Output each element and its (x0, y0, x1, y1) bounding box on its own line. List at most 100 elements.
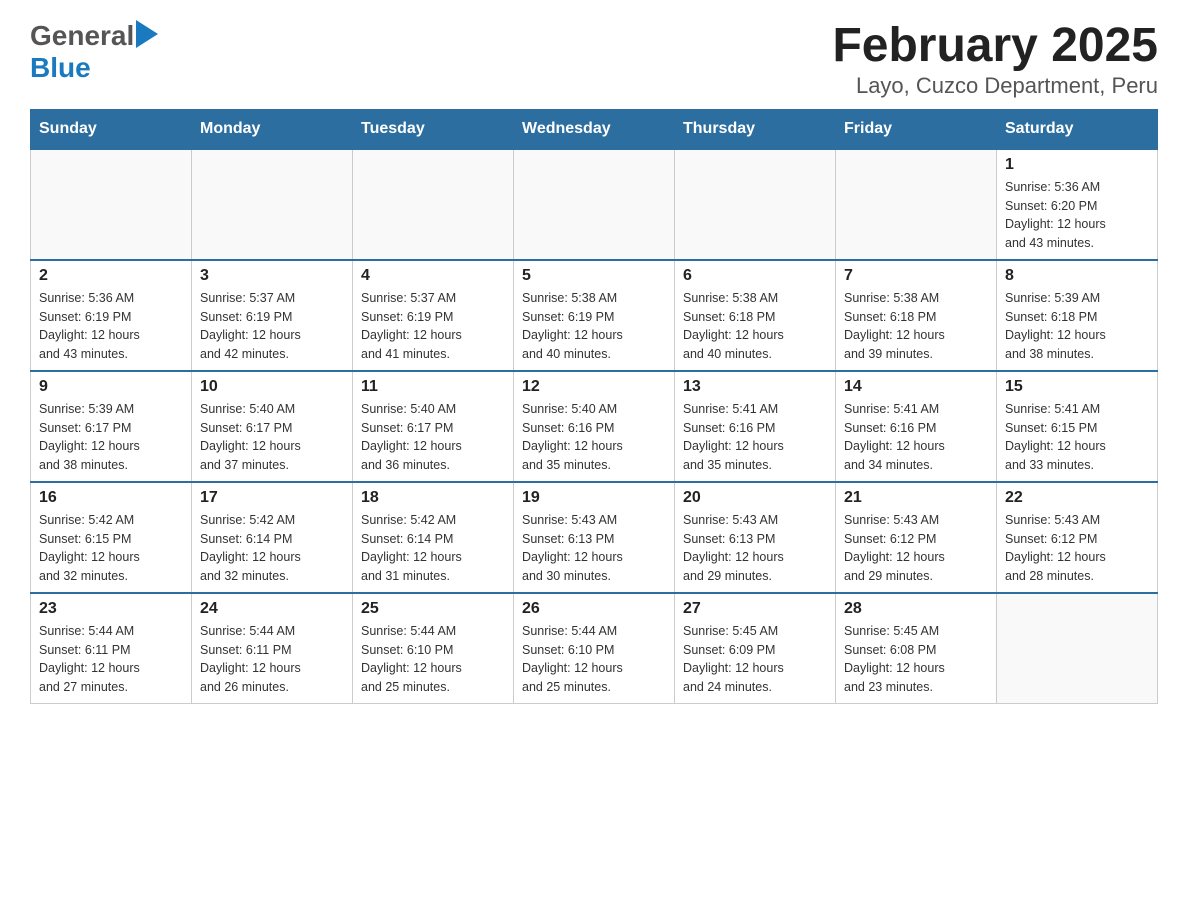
calendar-header-saturday: Saturday (997, 109, 1158, 149)
day-info: Sunrise: 5:41 AM Sunset: 6:15 PM Dayligh… (1005, 400, 1149, 475)
calendar-cell: 9 Sunrise: 5:39 AM Sunset: 6:17 PM Daylig… (31, 371, 192, 482)
day-info: Sunrise: 5:45 AM Sunset: 6:08 PM Dayligh… (844, 622, 988, 697)
day-number: 23 (39, 600, 183, 618)
day-number: 16 (39, 489, 183, 507)
day-info: Sunrise: 5:43 AM Sunset: 6:12 PM Dayligh… (1005, 511, 1149, 586)
page-header: General Blue February 2025 Layo, Cuzco D… (30, 20, 1158, 99)
title-block: February 2025 Layo, Cuzco Department, Pe… (832, 20, 1158, 99)
calendar-cell: 20 Sunrise: 5:43 AM Sunset: 6:13 PM Dayli… (675, 482, 836, 593)
day-number: 22 (1005, 489, 1149, 507)
day-info: Sunrise: 5:42 AM Sunset: 6:15 PM Dayligh… (39, 511, 183, 586)
day-number: 20 (683, 489, 827, 507)
day-number: 18 (361, 489, 505, 507)
calendar-cell: 21 Sunrise: 5:43 AM Sunset: 6:12 PM Dayli… (836, 482, 997, 593)
calendar-cell: 19 Sunrise: 5:43 AM Sunset: 6:13 PM Dayli… (514, 482, 675, 593)
calendar-week-3: 9 Sunrise: 5:39 AM Sunset: 6:17 PM Daylig… (31, 371, 1158, 482)
calendar-cell (192, 149, 353, 260)
calendar-cell: 4Sunrise: 5:37 AM Sunset: 6:19 PM Daylig… (353, 260, 514, 371)
calendar-cell: 3Sunrise: 5:37 AM Sunset: 6:19 PM Daylig… (192, 260, 353, 371)
day-number: 9 (39, 378, 183, 396)
calendar-header-tuesday: Tuesday (353, 109, 514, 149)
day-info: Sunrise: 5:36 AM Sunset: 6:19 PM Dayligh… (39, 289, 183, 364)
calendar-cell: 1 Sunrise: 5:36 AM Sunset: 6:20 PM Daylig… (997, 149, 1158, 260)
calendar-cell: 28 Sunrise: 5:45 AM Sunset: 6:08 PM Dayli… (836, 593, 997, 704)
calendar-cell: 10 Sunrise: 5:40 AM Sunset: 6:17 PM Dayli… (192, 371, 353, 482)
day-info: Sunrise: 5:42 AM Sunset: 6:14 PM Dayligh… (361, 511, 505, 586)
calendar-header-sunday: Sunday (31, 109, 192, 149)
calendar-cell (31, 149, 192, 260)
day-number: 15 (1005, 378, 1149, 396)
day-info: Sunrise: 5:38 AM Sunset: 6:18 PM Dayligh… (844, 289, 988, 364)
day-info: Sunrise: 5:44 AM Sunset: 6:11 PM Dayligh… (39, 622, 183, 697)
day-number: 13 (683, 378, 827, 396)
day-number: 1 (1005, 156, 1149, 174)
calendar-week-5: 23 Sunrise: 5:44 AM Sunset: 6:11 PM Dayli… (31, 593, 1158, 704)
day-info: Sunrise: 5:45 AM Sunset: 6:09 PM Dayligh… (683, 622, 827, 697)
day-number: 7 (844, 267, 988, 285)
day-info: Sunrise: 5:44 AM Sunset: 6:10 PM Dayligh… (522, 622, 666, 697)
calendar-cell: 24Sunrise: 5:44 AM Sunset: 6:11 PM Dayli… (192, 593, 353, 704)
logo-blue-text: Blue (30, 52, 91, 84)
day-info: Sunrise: 5:41 AM Sunset: 6:16 PM Dayligh… (683, 400, 827, 475)
calendar-table: SundayMondayTuesdayWednesdayThursdayFrid… (30, 109, 1158, 704)
calendar-cell: 15 Sunrise: 5:41 AM Sunset: 6:15 PM Dayli… (997, 371, 1158, 482)
day-info: Sunrise: 5:43 AM Sunset: 6:13 PM Dayligh… (522, 511, 666, 586)
page-subtitle: Layo, Cuzco Department, Peru (832, 73, 1158, 99)
calendar-cell: 17 Sunrise: 5:42 AM Sunset: 6:14 PM Dayli… (192, 482, 353, 593)
day-number: 27 (683, 600, 827, 618)
calendar-cell (353, 149, 514, 260)
day-info: Sunrise: 5:39 AM Sunset: 6:18 PM Dayligh… (1005, 289, 1149, 364)
calendar-header-monday: Monday (192, 109, 353, 149)
day-number: 10 (200, 378, 344, 396)
calendar-cell: 8Sunrise: 5:39 AM Sunset: 6:18 PM Daylig… (997, 260, 1158, 371)
day-number: 17 (200, 489, 344, 507)
day-info: Sunrise: 5:43 AM Sunset: 6:13 PM Dayligh… (683, 511, 827, 586)
day-number: 11 (361, 378, 505, 396)
calendar-cell (675, 149, 836, 260)
calendar-cell: 7 Sunrise: 5:38 AM Sunset: 6:18 PM Daylig… (836, 260, 997, 371)
calendar-cell: 26Sunrise: 5:44 AM Sunset: 6:10 PM Dayli… (514, 593, 675, 704)
day-info: Sunrise: 5:40 AM Sunset: 6:16 PM Dayligh… (522, 400, 666, 475)
day-number: 25 (361, 600, 505, 618)
day-number: 24 (200, 600, 344, 618)
calendar-cell: 25 Sunrise: 5:44 AM Sunset: 6:10 PM Dayli… (353, 593, 514, 704)
calendar-cell: 11 Sunrise: 5:40 AM Sunset: 6:17 PM Dayli… (353, 371, 514, 482)
calendar-cell: 18 Sunrise: 5:42 AM Sunset: 6:14 PM Dayli… (353, 482, 514, 593)
day-number: 6 (683, 267, 827, 285)
day-info: Sunrise: 5:37 AM Sunset: 6:19 PM Dayligh… (361, 289, 505, 364)
day-info: Sunrise: 5:41 AM Sunset: 6:16 PM Dayligh… (844, 400, 988, 475)
day-number: 28 (844, 600, 988, 618)
day-number: 14 (844, 378, 988, 396)
day-info: Sunrise: 5:43 AM Sunset: 6:12 PM Dayligh… (844, 511, 988, 586)
day-info: Sunrise: 5:40 AM Sunset: 6:17 PM Dayligh… (200, 400, 344, 475)
calendar-header-wednesday: Wednesday (514, 109, 675, 149)
calendar-cell: 5Sunrise: 5:38 AM Sunset: 6:19 PM Daylig… (514, 260, 675, 371)
day-number: 3 (200, 267, 344, 285)
calendar-header-friday: Friday (836, 109, 997, 149)
day-info: Sunrise: 5:42 AM Sunset: 6:14 PM Dayligh… (200, 511, 344, 586)
calendar-cell: 12Sunrise: 5:40 AM Sunset: 6:16 PM Dayli… (514, 371, 675, 482)
calendar-cell: 14 Sunrise: 5:41 AM Sunset: 6:16 PM Dayli… (836, 371, 997, 482)
day-info: Sunrise: 5:44 AM Sunset: 6:10 PM Dayligh… (361, 622, 505, 697)
logo: General Blue (30, 20, 158, 84)
calendar-week-4: 16 Sunrise: 5:42 AM Sunset: 6:15 PM Dayli… (31, 482, 1158, 593)
day-number: 2 (39, 267, 183, 285)
day-info: Sunrise: 5:36 AM Sunset: 6:20 PM Dayligh… (1005, 178, 1149, 253)
calendar-cell: 22 Sunrise: 5:43 AM Sunset: 6:12 PM Dayli… (997, 482, 1158, 593)
day-number: 19 (522, 489, 666, 507)
logo-general-text: General (30, 22, 134, 50)
calendar-cell: 27 Sunrise: 5:45 AM Sunset: 6:09 PM Dayli… (675, 593, 836, 704)
day-number: 5 (522, 267, 666, 285)
logo-arrow-icon (136, 20, 158, 48)
day-number: 21 (844, 489, 988, 507)
calendar-cell: 2 Sunrise: 5:36 AM Sunset: 6:19 PM Daylig… (31, 260, 192, 371)
calendar-week-2: 2 Sunrise: 5:36 AM Sunset: 6:19 PM Daylig… (31, 260, 1158, 371)
calendar-cell: 23 Sunrise: 5:44 AM Sunset: 6:11 PM Dayli… (31, 593, 192, 704)
day-info: Sunrise: 5:39 AM Sunset: 6:17 PM Dayligh… (39, 400, 183, 475)
calendar-cell (836, 149, 997, 260)
calendar-cell: 6 Sunrise: 5:38 AM Sunset: 6:18 PM Daylig… (675, 260, 836, 371)
calendar-header-row: SundayMondayTuesdayWednesdayThursdayFrid… (31, 109, 1158, 149)
calendar-cell: 13 Sunrise: 5:41 AM Sunset: 6:16 PM Dayli… (675, 371, 836, 482)
day-info: Sunrise: 5:38 AM Sunset: 6:18 PM Dayligh… (683, 289, 827, 364)
day-info: Sunrise: 5:40 AM Sunset: 6:17 PM Dayligh… (361, 400, 505, 475)
